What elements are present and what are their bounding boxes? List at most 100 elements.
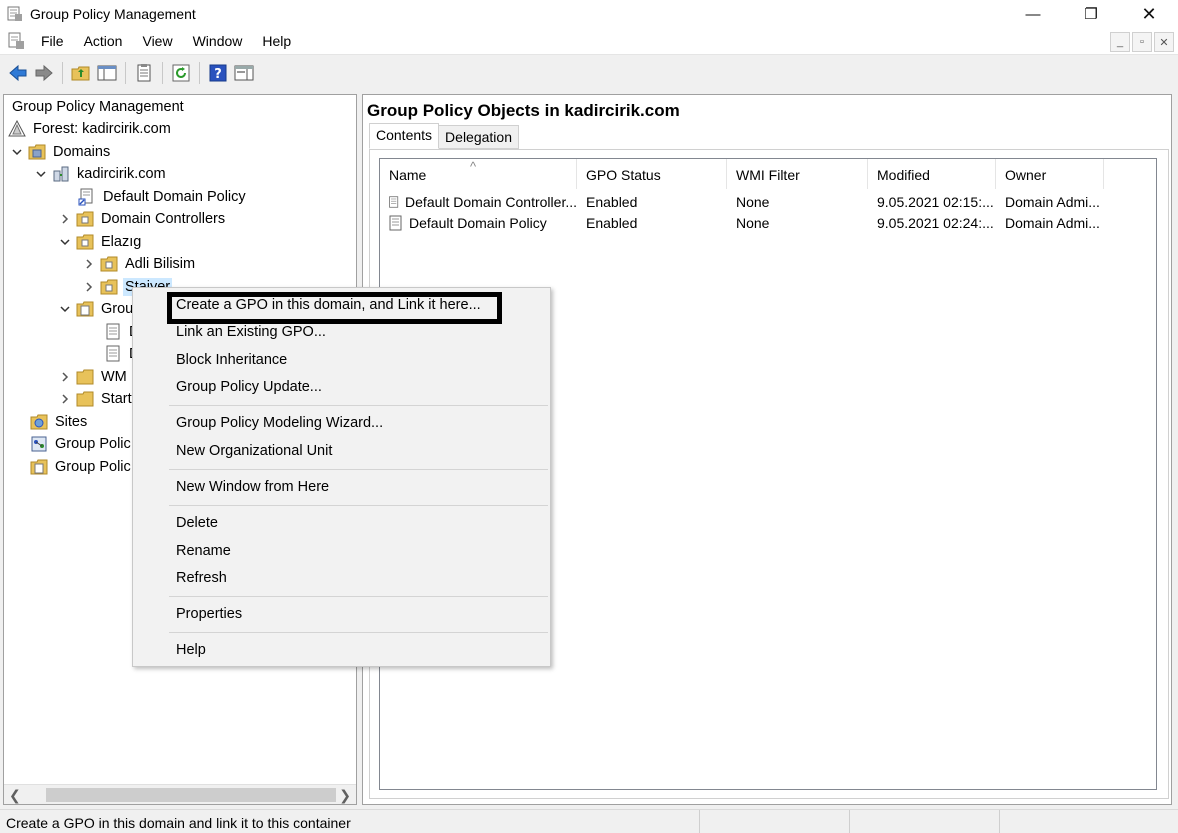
menu-item-block-inheritance[interactable]: Block Inheritance — [176, 349, 287, 371]
status-panel — [850, 810, 1000, 833]
tab-delegation[interactable]: Delegation — [438, 125, 519, 149]
tree-item-gpm-root[interactable]: Group Policy Management — [10, 96, 186, 118]
ou-folder-icon — [100, 256, 118, 272]
window-title: Group Policy Management — [30, 6, 196, 22]
menu-separator — [169, 632, 548, 633]
menu-item-new-ou[interactable]: New Organizational Unit — [176, 440, 332, 462]
tree-item-forest[interactable]: Forest: kadircirik.com — [8, 118, 173, 140]
chevron-down-icon[interactable] — [58, 235, 72, 249]
tree-item-adli-bilisim[interactable]: Adli Bilisim — [82, 253, 197, 275]
menu-item-modeling-wizard[interactable]: Group Policy Modeling Wizard... — [176, 412, 383, 434]
chevron-right-icon[interactable] — [58, 392, 72, 406]
column-header-owner[interactable]: Owner — [996, 159, 1104, 189]
sites-icon — [30, 414, 48, 430]
minimize-button[interactable]: — — [1004, 0, 1062, 28]
tree-item-label: Domains — [53, 144, 111, 160]
modeling-icon — [31, 436, 47, 452]
column-header-name[interactable]: ^ Name — [380, 159, 577, 189]
column-header-modified[interactable]: Modified — [868, 159, 996, 189]
tree-item-domain[interactable]: kadircirik.com — [34, 163, 168, 185]
up-folder-icon[interactable] — [69, 61, 93, 85]
menu-action[interactable]: Action — [75, 28, 134, 55]
cell-owner: Domain Admi... — [1005, 215, 1100, 231]
menu-separator — [169, 405, 548, 406]
scroll-right-icon[interactable]: ❯ — [339, 787, 351, 804]
tree-item-starter-gpos[interactable]: Start — [58, 388, 134, 410]
toolbar: ? — [0, 56, 1178, 90]
menu-item-delete[interactable]: Delete — [176, 512, 218, 534]
menu-window[interactable]: Window — [184, 28, 254, 55]
chevron-right-icon[interactable] — [58, 212, 72, 226]
tree-item-domains[interactable]: Domains — [10, 141, 112, 163]
menu-item-properties[interactable]: Properties — [176, 603, 242, 625]
gpo-icon — [106, 345, 120, 362]
toolbar-separator — [162, 62, 163, 84]
gpo-link-icon — [78, 188, 93, 206]
chevron-right-icon[interactable] — [82, 280, 96, 294]
mdi-minimize-button[interactable]: _ — [1110, 32, 1130, 52]
gpo-container-icon — [76, 301, 94, 317]
help-icon[interactable]: ? — [206, 61, 230, 85]
ou-folder-icon — [100, 279, 118, 295]
action-pane-icon[interactable] — [232, 61, 256, 85]
tree-item-wmi-filters[interactable]: WM — [58, 366, 129, 388]
menu-item-help[interactable]: Help — [176, 639, 206, 661]
scrollbar-thumb[interactable] — [46, 788, 336, 802]
cell-wmi: None — [736, 194, 770, 210]
chevron-down-icon[interactable] — [58, 302, 72, 316]
column-header-gpo-status[interactable]: GPO Status — [577, 159, 727, 189]
mdi-close-button[interactable]: ✕ — [1154, 32, 1174, 52]
tree-horizontal-scrollbar[interactable]: ❮ ❯ — [4, 784, 356, 804]
mdi-restore-button[interactable]: ▫ — [1132, 32, 1152, 52]
tree-item-default-domain-policy[interactable]: Default Domain Policy — [78, 186, 248, 208]
menu-separator — [169, 505, 548, 506]
cell-modified: 9.05.2021 02:24:... — [877, 215, 994, 231]
cell-name: Default Domain Controller... — [405, 194, 577, 210]
tree-item-domain-controllers[interactable]: Domain Controllers — [58, 208, 227, 230]
tab-contents[interactable]: Contents — [369, 123, 440, 149]
show-tree-icon[interactable] — [95, 61, 119, 85]
chevron-right-icon[interactable] — [58, 370, 72, 384]
tree-item-sites[interactable]: Sites — [30, 411, 89, 433]
table-row[interactable]: Default Domain Policy Enabled None 9.05.… — [380, 212, 1104, 234]
toolbar-separator — [125, 62, 126, 84]
highlight-box — [167, 292, 502, 324]
menu-item-link-existing-gpo[interactable]: Link an Existing GPO... — [176, 321, 326, 343]
menu-file[interactable]: File — [32, 28, 75, 55]
scroll-left-icon[interactable]: ❮ — [9, 787, 21, 804]
chevron-down-icon[interactable] — [34, 167, 48, 181]
gpmc-app-icon — [7, 6, 22, 21]
menu-item-group-policy-update[interactable]: Group Policy Update... — [176, 376, 322, 398]
tree-item-gp-results[interactable]: Group Polic — [30, 456, 133, 478]
refresh-icon[interactable] — [169, 61, 193, 85]
back-icon[interactable] — [6, 61, 30, 85]
close-button[interactable]: ✕ — [1120, 0, 1178, 28]
properties-icon[interactable] — [132, 61, 156, 85]
menu-help[interactable]: Help — [253, 28, 302, 55]
maximize-button[interactable]: ❐ — [1062, 0, 1120, 28]
column-header-wmi-filter[interactable]: WMI Filter — [727, 159, 868, 189]
tree-item-label: Grou — [101, 301, 134, 317]
tree-item-group-policy-objects[interactable]: Grou — [58, 298, 135, 320]
cell-status: Enabled — [586, 215, 638, 231]
menu-view[interactable]: View — [133, 28, 183, 55]
forward-icon[interactable] — [32, 61, 56, 85]
tree-item-elazig[interactable]: Elazıg — [58, 231, 143, 253]
tree-item-gp-modeling[interactable]: Group Polic — [30, 433, 133, 455]
results-icon — [30, 459, 48, 475]
tree-item-label: Forest: kadircirik.com — [33, 121, 171, 137]
chevron-down-icon[interactable] — [10, 145, 24, 159]
menu-item-rename[interactable]: Rename — [176, 540, 231, 562]
folder-icon — [76, 369, 94, 385]
menu-item-refresh[interactable]: Refresh — [176, 567, 227, 589]
cell-owner: Domain Admi... — [1005, 194, 1100, 210]
title-bar: Group Policy Management — ❐ ✕ — [0, 0, 1178, 28]
tree-item-label: Domain Controllers — [101, 211, 226, 227]
menu-item-new-window[interactable]: New Window from Here — [176, 476, 329, 498]
chevron-right-icon[interactable] — [82, 257, 96, 271]
table-row[interactable]: Default Domain Controller... Enabled Non… — [380, 191, 1104, 213]
cell-name: Default Domain Policy — [409, 215, 547, 231]
tree-item-label: Adli Bilisim — [125, 256, 196, 272]
status-bar: Create a GPO in this domain and link it … — [0, 809, 1178, 833]
mmc-icon[interactable] — [6, 31, 26, 51]
